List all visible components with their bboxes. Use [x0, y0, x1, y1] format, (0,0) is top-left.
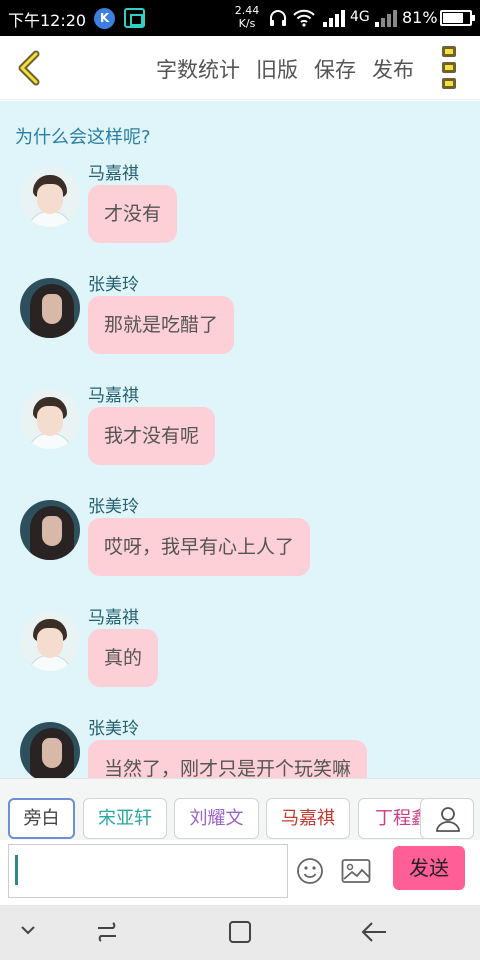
signal-icon: [375, 10, 397, 27]
save-button[interactable]: 保存: [314, 54, 356, 84]
back-arrow-icon[interactable]: [360, 919, 388, 945]
speaker-name: 张美玲: [88, 275, 139, 295]
headset-icon: [270, 10, 286, 26]
network-speed-value: 2.44: [234, 4, 260, 17]
speaker-name: 马嘉祺: [88, 164, 139, 184]
old-version-button[interactable]: 旧版: [256, 54, 298, 84]
role-chip[interactable]: 马嘉祺: [266, 798, 350, 839]
toolbar-actions: 字数统计 旧版 保存 发布: [156, 54, 414, 84]
network-speed: 2.44 K/s: [232, 4, 262, 30]
avatar[interactable]: [20, 500, 80, 560]
k-app-icon: K: [94, 8, 115, 29]
recent-apps-icon[interactable]: [94, 919, 120, 945]
signal-icon: [323, 10, 345, 27]
avatar[interactable]: [20, 389, 80, 449]
message-bubble[interactable]: 那就是吃醋了: [88, 296, 235, 354]
battery-icon: [440, 10, 475, 26]
add-role-button[interactable]: [420, 798, 474, 839]
word-count-button[interactable]: 字数统计: [156, 54, 240, 84]
chevron-down-icon[interactable]: [18, 923, 38, 937]
speaker-name: 马嘉祺: [88, 386, 139, 406]
network-speed-unit: K/s: [238, 17, 256, 30]
emoji-icon[interactable]: [296, 857, 324, 885]
message-bubble[interactable]: 真的: [88, 629, 159, 687]
role-chip[interactable]: 宋亚轩: [83, 798, 167, 839]
status-bar: 下午12:20 K 2.44 K/s 4G 81%: [0, 0, 480, 36]
avatar[interactable]: [20, 167, 80, 227]
message-bubble[interactable]: 当然了，刚才只是开个玩笑嘛: [88, 740, 368, 778]
avatar[interactable]: [20, 278, 80, 338]
speaker-name: 马嘉祺: [88, 608, 139, 628]
image-icon[interactable]: [341, 858, 371, 884]
editor-toolbar: 字数统计 旧版 保存 发布: [0, 36, 480, 100]
message-bubble[interactable]: 才没有: [88, 185, 178, 243]
role-chip[interactable]: 刘耀文: [174, 798, 259, 839]
speaker-name: 张美玲: [88, 719, 139, 739]
avatar[interactable]: [20, 722, 80, 778]
status-time: 下午12:20: [8, 11, 87, 30]
scanner-icon: [124, 8, 145, 28]
person-icon: [436, 807, 460, 832]
speaker-name: 张美玲: [88, 497, 139, 517]
role-chip[interactable]: 丁程鑫: [358, 798, 428, 839]
publish-button[interactable]: 发布: [372, 54, 414, 84]
avatar[interactable]: [20, 611, 80, 671]
network-type: 4G: [350, 9, 370, 25]
send-button[interactable]: 发送: [393, 846, 465, 890]
narration-text: 为什么会这样呢?: [15, 127, 151, 148]
text-caret: [15, 855, 18, 885]
message-bubble[interactable]: 哎呀，我早有心上人了: [88, 518, 311, 576]
role-chip-narration[interactable]: 旁白: [8, 798, 75, 839]
more-vertical-icon[interactable]: [438, 46, 462, 92]
home-icon[interactable]: [227, 919, 253, 945]
system-nav-bar: [0, 905, 480, 960]
chat-area[interactable]: 为什么会这样呢? 马嘉祺 才没有 张美玲 那就是吃醋了 马嘉祺 我才没有呢 张美…: [0, 101, 480, 778]
message-input[interactable]: [8, 844, 288, 898]
role-selector: 旁白 宋亚轩 刘耀文 马嘉祺 丁程鑫: [0, 778, 480, 840]
message-bubble[interactable]: 我才没有呢: [88, 407, 216, 465]
composer: 发送: [0, 840, 480, 905]
battery-percent: 81%: [402, 8, 438, 27]
chevron-left-icon[interactable]: [8, 44, 52, 92]
wifi-icon: [293, 9, 315, 27]
